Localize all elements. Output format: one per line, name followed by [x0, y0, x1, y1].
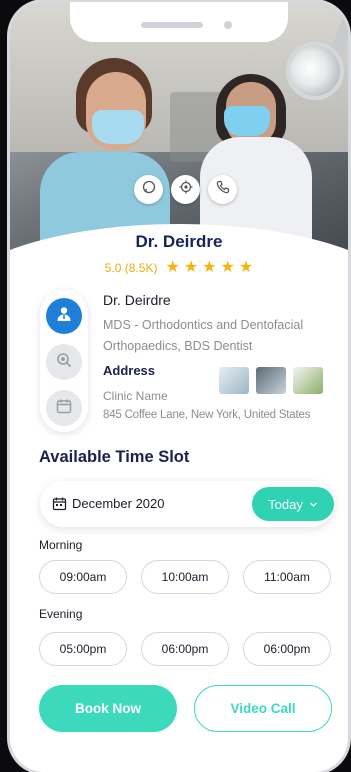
phone-icon — [216, 180, 230, 199]
book-now-button[interactable]: Book Now — [39, 685, 177, 732]
phone-speaker — [141, 22, 203, 28]
time-slot-button[interactable]: 05:00pm — [39, 632, 127, 666]
phone-camera — [224, 21, 232, 29]
lab-tab[interactable] — [46, 344, 82, 380]
today-dropdown[interactable]: Today — [252, 487, 334, 521]
dental-lamp — [286, 42, 344, 100]
time-slot-button[interactable]: 09:00am — [39, 560, 127, 594]
star-icon: ★ — [220, 259, 235, 276]
address-line: 845 Coffee Lane, New York, United States — [103, 409, 311, 421]
microscope-icon — [55, 351, 73, 374]
time-slot-button[interactable]: 11:00am — [243, 560, 331, 594]
morning-label: Morning — [39, 538, 83, 552]
rating-text: 5.0 (8.5K) — [104, 261, 158, 275]
clinic-photo[interactable] — [256, 367, 286, 394]
clinic-name: Clinic Name — [103, 389, 168, 403]
phone-button[interactable] — [208, 175, 237, 204]
address-title: Address — [103, 363, 156, 378]
doctor-name: Dr. Deirdre — [103, 292, 171, 308]
side-rail — [40, 290, 88, 432]
clinic-photo[interactable] — [219, 367, 249, 394]
schedule-tab[interactable] — [46, 390, 82, 426]
chat-icon — [142, 180, 156, 199]
time-slot-title: Available Time Slot — [39, 448, 190, 466]
time-slot-button[interactable]: 06:00pm — [243, 632, 331, 666]
phone-frame: Dr. Deirdre 5.0 (8.5K) ★ ★ ★ ★ ★ Dr. Dei… — [10, 2, 348, 772]
time-slot-button[interactable]: 06:00pm — [141, 632, 229, 666]
doctor-mask — [92, 110, 144, 144]
video-call-button[interactable]: Video Call — [194, 685, 332, 732]
chat-button[interactable] — [134, 175, 163, 204]
today-label: Today — [268, 496, 303, 512]
time-slot-button[interactable]: 10:00am — [141, 560, 229, 594]
doctor-icon — [55, 305, 73, 328]
doctor-profile-tab[interactable] — [46, 298, 82, 334]
star-icon: ★ — [238, 259, 254, 276]
evening-label: Evening — [39, 607, 83, 621]
doctor-title: Dr. Deirdre — [135, 232, 223, 251]
calendar-icon — [52, 496, 67, 516]
star-icon: ★ — [202, 259, 217, 276]
chevron-down-icon — [309, 497, 318, 512]
doctor-qualifications: MDS - Orthodontics and Dentofacial Ortho… — [103, 318, 304, 353]
star-icon: ★ — [183, 259, 199, 276]
quick-actions — [134, 175, 237, 204]
date-picker[interactable]: December 2020 Today — [40, 481, 334, 527]
selected-month: December 2020 — [72, 496, 165, 511]
rating: 5.0 (8.5K) ★ ★ ★ ★ ★ — [10, 260, 348, 276]
assistant-mask — [224, 106, 270, 136]
doctor-info: Dr. Deirdre MDS - Orthodontics and Dento… — [103, 292, 343, 357]
location-button[interactable] — [171, 175, 200, 204]
clinic-photo[interactable] — [293, 367, 323, 394]
star-icon: ★ — [165, 259, 180, 276]
calendar-icon — [55, 397, 73, 420]
location-icon — [179, 180, 193, 199]
clinic-gallery — [219, 367, 323, 394]
